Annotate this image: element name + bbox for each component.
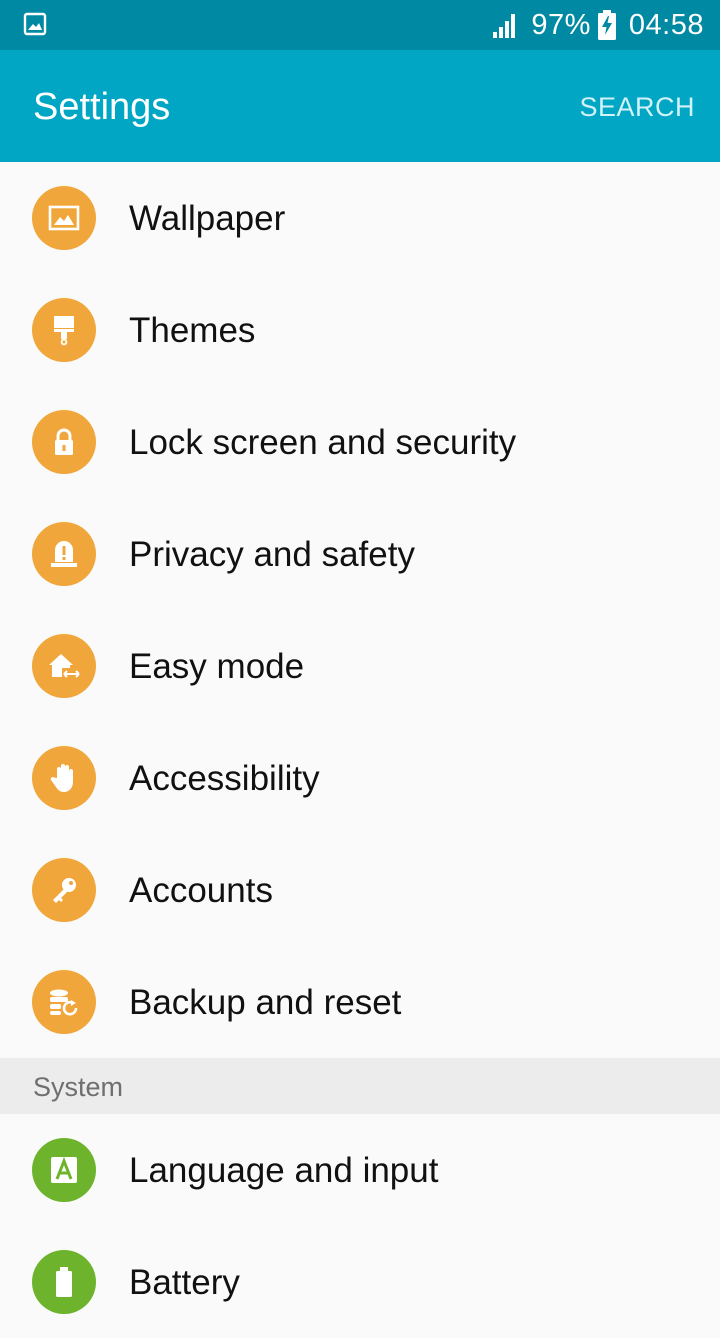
settings-item-accounts[interactable]: Accounts [0,834,720,946]
settings-item-label: Privacy and safety [129,535,415,574]
battery-percent: 97% [531,8,591,41]
search-button[interactable]: SEARCH [579,92,695,123]
settings-item-label: Language and input [129,1151,439,1190]
section-header-system: System [0,1058,720,1114]
page-title: Settings [33,86,171,128]
settings-item-label: Accessibility [129,759,320,798]
settings-item-label: Accounts [129,871,273,910]
accounts-key-icon [32,858,96,922]
app-bar: Settings SEARCH [0,50,720,162]
settings-item-language[interactable]: Language and input [0,1114,720,1226]
language-a-icon [32,1138,96,1202]
themes-brush-icon [32,298,96,362]
settings-item-privacy[interactable]: Privacy and safety [0,498,720,610]
battery-icon [32,1250,96,1314]
settings-item-label: Lock screen and security [129,423,517,462]
settings-item-themes[interactable]: Themes [0,274,720,386]
signal-icon [493,14,516,38]
lock-icon [32,410,96,474]
easy-mode-home-icon [32,634,96,698]
settings-item-easy-mode[interactable]: Easy mode [0,610,720,722]
privacy-alert-icon [32,522,96,586]
gallery-notification-icon [23,12,47,36]
settings-item-label: Battery [129,1263,240,1302]
settings-item-label: Wallpaper [129,199,286,238]
settings-item-label: Easy mode [129,647,305,686]
clock: 04:58 [628,8,704,41]
settings-item-accessibility[interactable]: Accessibility [0,722,720,834]
section-header-label: System [33,1072,124,1102]
backup-reset-icon [32,970,96,1034]
settings-item-label: Backup and reset [129,983,402,1022]
accessibility-hand-icon [32,746,96,810]
settings-item-lock-screen[interactable]: Lock screen and security [0,386,720,498]
settings-item-backup[interactable]: Backup and reset [0,946,720,1058]
settings-item-label: Themes [129,311,256,350]
settings-item-wallpaper[interactable]: Wallpaper [0,162,720,274]
settings-item-battery[interactable]: Battery [0,1226,720,1338]
battery-charging-icon [597,10,616,40]
status-bar: 97% 04:58 [0,0,720,50]
wallpaper-icon [32,186,96,250]
settings-list: Wallpaper Themes Lock screen and securit… [0,162,720,1338]
